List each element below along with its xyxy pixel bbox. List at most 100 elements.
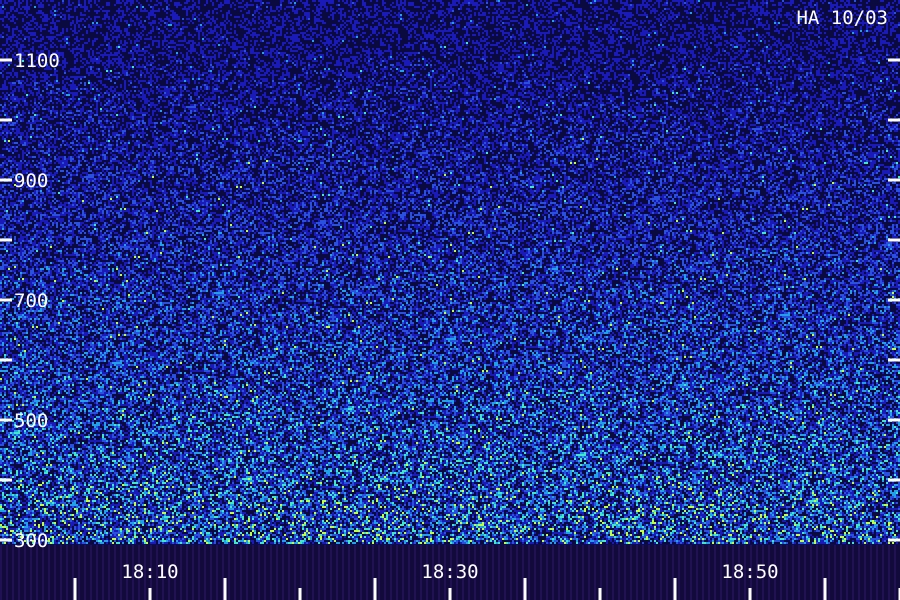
strip-line	[282, 545, 284, 600]
strip-line	[78, 545, 80, 600]
strip-line	[264, 545, 266, 600]
strip-line	[210, 545, 212, 600]
y-tick-right	[888, 478, 900, 482]
strip-line	[318, 545, 320, 600]
y-tick-label: 700	[14, 290, 48, 312]
strip-line	[714, 545, 716, 600]
strip-line	[684, 545, 686, 600]
strip-line	[366, 545, 368, 600]
strip-line	[570, 545, 572, 600]
strip-line	[708, 545, 710, 600]
strip-line	[810, 545, 812, 600]
strip-line	[270, 545, 272, 600]
strip-line	[576, 545, 578, 600]
y-tick-left	[0, 418, 12, 422]
strip-line	[216, 545, 218, 600]
y-tick-left	[0, 358, 12, 362]
y-tick-right	[888, 178, 900, 182]
y-tick-left	[0, 538, 12, 542]
strip-line	[354, 545, 356, 600]
strip-line	[258, 545, 260, 600]
strip-line	[828, 545, 830, 600]
strip-line	[804, 545, 806, 600]
x-tick	[373, 578, 377, 600]
strip-line	[660, 545, 662, 600]
strip-line	[360, 545, 362, 600]
strip-line	[60, 545, 62, 600]
strip-line	[288, 545, 290, 600]
strip-line	[42, 545, 44, 600]
strip-line	[510, 545, 512, 600]
strip-line	[678, 545, 680, 600]
strip-line	[792, 545, 794, 600]
spectrogram-noise-image	[0, 0, 900, 544]
y-tick-right	[888, 118, 900, 122]
strip-line	[348, 545, 350, 600]
strip-line	[552, 545, 554, 600]
strip-line	[594, 545, 596, 600]
y-tick-right	[888, 58, 900, 62]
y-tick-left	[0, 178, 12, 182]
strip-line	[84, 545, 86, 600]
x-tick	[73, 578, 77, 600]
y-tick-right	[888, 298, 900, 302]
x-tick-label: 18:10	[121, 561, 178, 583]
x-tick	[223, 578, 227, 600]
strip-line	[666, 545, 668, 600]
y-tick-left	[0, 298, 12, 302]
strip-line	[66, 545, 68, 600]
strip-line	[306, 545, 308, 600]
strip-line	[882, 545, 884, 600]
strip-line	[858, 545, 860, 600]
x-tick	[673, 578, 677, 600]
strip-line	[516, 545, 518, 600]
strip-line	[606, 545, 608, 600]
strip-line	[624, 545, 626, 600]
strip-line	[654, 545, 656, 600]
strip-line	[558, 545, 560, 600]
strip-line	[588, 545, 590, 600]
strip-line	[90, 545, 92, 600]
strip-line	[504, 545, 506, 600]
strip-line	[780, 545, 782, 600]
strip-line	[582, 545, 584, 600]
strip-line	[870, 545, 872, 600]
y-tick-left	[0, 238, 12, 242]
strip-line	[114, 545, 116, 600]
strip-line	[894, 545, 896, 600]
strip-line	[888, 545, 890, 600]
strip-line	[630, 545, 632, 600]
strip-line	[18, 545, 20, 600]
strip-line	[192, 545, 194, 600]
y-tick-left	[0, 58, 12, 62]
strip-line	[492, 545, 494, 600]
strip-line	[846, 545, 848, 600]
station-tag: HA 10/03	[796, 7, 888, 29]
strip-line	[24, 545, 26, 600]
strip-line	[414, 545, 416, 600]
strip-line	[240, 545, 242, 600]
strip-line	[228, 545, 230, 600]
y-tick-right	[888, 418, 900, 422]
strip-line	[618, 545, 620, 600]
strip-line	[798, 545, 800, 600]
strip-line	[648, 545, 650, 600]
strip-line	[198, 545, 200, 600]
strip-line	[540, 545, 542, 600]
strip-line	[396, 545, 398, 600]
strip-line	[102, 545, 104, 600]
y-tick-label: 900	[14, 170, 48, 192]
strip-line	[528, 545, 530, 600]
x-tick	[748, 588, 752, 600]
strip-line	[180, 545, 182, 600]
y-tick-left	[0, 478, 12, 482]
strip-line	[48, 545, 50, 600]
strip-line	[36, 545, 38, 600]
y-tick-left	[0, 118, 12, 122]
strip-line	[384, 545, 386, 600]
x-tick	[523, 578, 527, 600]
strip-line	[612, 545, 614, 600]
y-tick-label: 500	[14, 410, 48, 432]
strip-line	[0, 545, 2, 600]
y-tick-right	[888, 358, 900, 362]
